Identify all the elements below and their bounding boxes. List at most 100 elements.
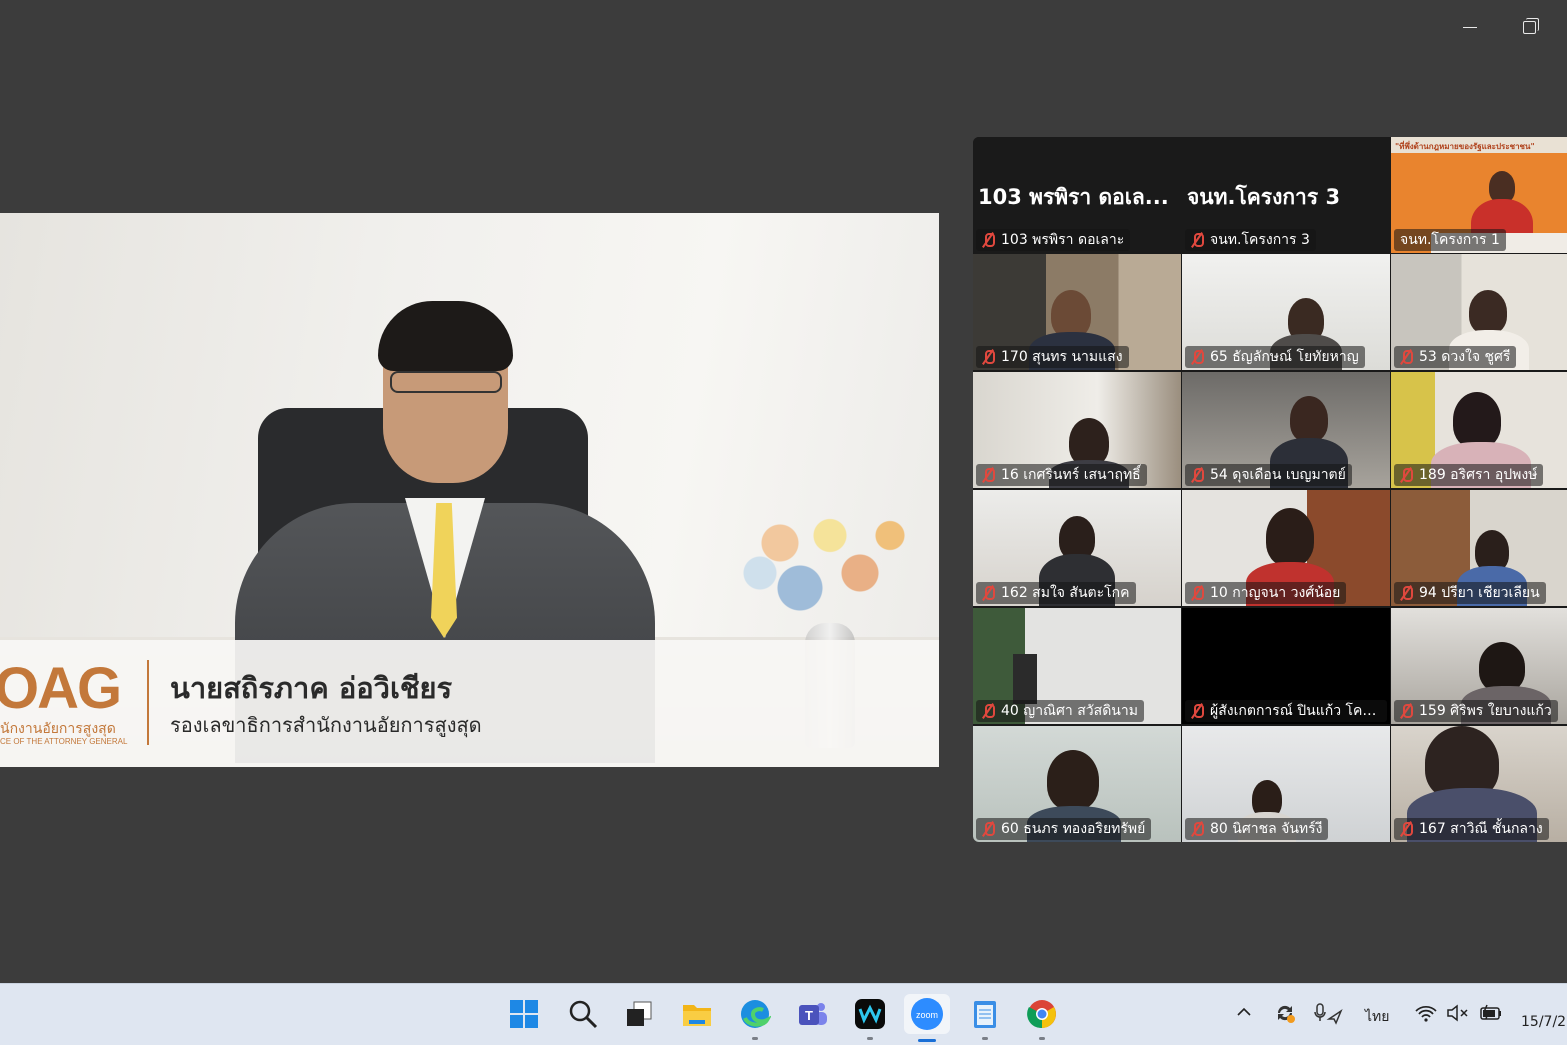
speaker-hair [378,301,513,371]
mic-muted-icon [1398,821,1414,837]
participant-tile[interactable]: 162 สมใจ สันตะโกค [973,490,1181,606]
show-hidden-icons-button[interactable] [1236,1004,1252,1024]
battery-button[interactable] [1478,1003,1504,1027]
windows-start-icon [510,1000,538,1028]
flower-bouquet [720,483,920,633]
participant-tile[interactable]: 60 ธนภร ทองอริยทรัพย์ [973,726,1181,842]
participant-tile[interactable]: 40 ญาณิศา สวัสดินาม [973,608,1181,724]
file-explorer-icon [683,1005,711,1026]
person-head [1069,418,1109,466]
network-button[interactable] [1414,1003,1438,1027]
person-head [1453,392,1501,448]
participant-tile-video-off[interactable]: ผู้สังเกตการณ์ ปินแก้ว โคต... [1182,608,1390,724]
participant-tile-active-speaker[interactable]: "ที่พึ่งด้านกฎหมายของรัฐและประชาชน" จนท.… [1391,137,1567,253]
person-head [1479,642,1525,692]
participant-label: ผู้สังเกตการณ์ ปินแก้ว โคต... [1185,700,1387,722]
sync-status-button[interactable] [1273,1001,1297,1029]
microphone-location-button[interactable] [1313,1001,1343,1029]
windows-taskbar: T zoom ไทย 15/7/2 [0,983,1567,1045]
participant-label: 60 ธนภร ทองอริยทรัพย์ [976,818,1152,840]
logo-mark: OAG [0,656,122,721]
participant-name: 162 สมใจ สันตะโกค [1001,585,1130,601]
webex-button[interactable] [852,996,888,1040]
participant-name: 65 ธัญลักษณ์ โยทัยหาญ [1210,349,1359,365]
task-view-icon [627,1001,652,1026]
zoom-label: zoom [916,1010,938,1020]
speaker-name: นายสถิรภาค อ่อวิเชียร [170,671,453,705]
participant-label: 189 อริศรา อุปพงษ์ [1394,464,1544,486]
person-head [1047,750,1099,810]
webex-icon [855,999,885,1029]
participant-label: 40 ญาณิศา สวัสดินาม [976,700,1144,722]
person-head [1290,396,1328,442]
restore-icon [1522,17,1539,34]
participant-name: จนท.โครงการ 1 [1400,232,1500,248]
participant-tile[interactable]: 16 เกศรินทร์ เสนาฤทธิ์ [973,372,1181,488]
speaker-title: รองเลขาธิการสำนักงานอัยการสูงสุด [170,713,482,737]
lower-third-banner [0,640,939,767]
mic-muted-icon [980,585,996,601]
restore-button[interactable] [1514,12,1544,42]
start-button[interactable] [506,996,542,1032]
sync-icon [1277,1005,1295,1023]
participant-tile[interactable]: 189 อริศรา อุปพงษ์ [1391,372,1567,488]
participant-name: 167 สาวิณี ชั้นกลาง [1419,821,1543,837]
mic-muted-icon [1398,349,1414,365]
mic-muted-icon [1189,585,1205,601]
participant-name-large: จนท.โครงการ 3 [1187,185,1341,209]
participant-tile[interactable]: 53 ดวงใจ ชูศรี [1391,254,1567,370]
participant-label: 94 ปรียา เชียวเลียน [1394,582,1546,604]
microphone-in-use-icon [1314,1003,1343,1025]
volume-muted-icon [1447,1004,1468,1022]
running-indicator [867,1037,873,1040]
person-head [1469,290,1507,334]
zoom-button[interactable]: zoom [904,994,950,1042]
mic-muted-icon [1189,821,1205,837]
participant-name: 16 เกศรินทร์ เสนาฤทธิ์ [1001,467,1141,483]
mic-muted-icon [980,703,996,719]
file-explorer-button[interactable] [679,996,715,1032]
participant-tile[interactable]: 80 นิศาชล จันทร์งี [1182,726,1390,842]
participant-name: 80 นิศาชล จันทร์งี [1210,821,1323,837]
chrome-icon [1027,1000,1056,1029]
mic-muted-icon [980,349,996,365]
volume-button[interactable] [1446,1003,1470,1027]
main-speaker-video: OAG นักงานอัยการสูงสุด CE OF THE ATTORNE… [0,213,939,767]
input-language-indicator[interactable]: ไทย [1365,1006,1389,1028]
participant-label: 159 ศิริพร ใยบางแก้ว [1394,700,1558,722]
task-view-button[interactable] [621,996,657,1032]
participant-tile[interactable]: 54 ดุจเดือน เบญมาตย์ [1182,372,1390,488]
teams-button[interactable]: T [795,996,831,1032]
running-indicator [982,1037,988,1040]
glasses [390,371,502,393]
edge-button[interactable] [737,996,773,1040]
battery-charging-icon [1480,1004,1501,1020]
search-icon [569,1000,598,1029]
svg-text:T: T [805,1008,813,1023]
mic-muted-icon [980,467,996,483]
participant-tile[interactable]: 159 ศิริพร ใยบางแก้ว [1391,608,1567,724]
participant-name: 170 สุนทร นามแสง [1001,349,1123,365]
participant-tile[interactable]: 94 ปรียา เชียวเลียน [1391,490,1567,606]
banner-text: "ที่พึ่งด้านกฎหมายของรัฐและประชาชน" [1395,142,1535,151]
participant-tile[interactable]: จนท.โครงการ 3 จนท.โครงการ 3 [1182,137,1390,253]
participant-tile[interactable]: 167 สาวิณี ชั้นกลาง [1391,726,1567,842]
participant-label: จนท.โครงการ 3 [1185,229,1316,251]
system-clock-date[interactable]: 15/7/2 [1521,1014,1566,1030]
search-button[interactable] [565,996,601,1032]
mic-muted-icon [1189,349,1205,365]
participant-tile[interactable]: 65 ธัญลักษณ์ โยทัยหาญ [1182,254,1390,370]
person-head [1266,508,1314,566]
mic-muted-icon [1189,232,1205,248]
participant-tile[interactable]: 103 พรพิรา ดอเล... 103 พรพิรา ดอเลาะ [973,137,1181,253]
person-head [1051,290,1091,338]
participant-gallery[interactable]: 103 พรพิรา ดอเล... 103 พรพิรา ดอเลาะ จนท… [973,137,1567,842]
zoom-icon: zoom [911,998,943,1030]
participant-tile[interactable]: 10 กาญจนา วงศ์น้อย [1182,490,1390,606]
notepad-button[interactable] [967,996,1003,1040]
participant-tile[interactable]: 170 สุนทร นามแสง [973,254,1181,370]
participant-label: 162 สมใจ สันตะโกค [976,582,1136,604]
participant-name: 189 อริศรา อุปพงษ์ [1419,467,1538,483]
chrome-button[interactable] [1024,996,1060,1040]
minimize-button[interactable] [1455,12,1485,42]
